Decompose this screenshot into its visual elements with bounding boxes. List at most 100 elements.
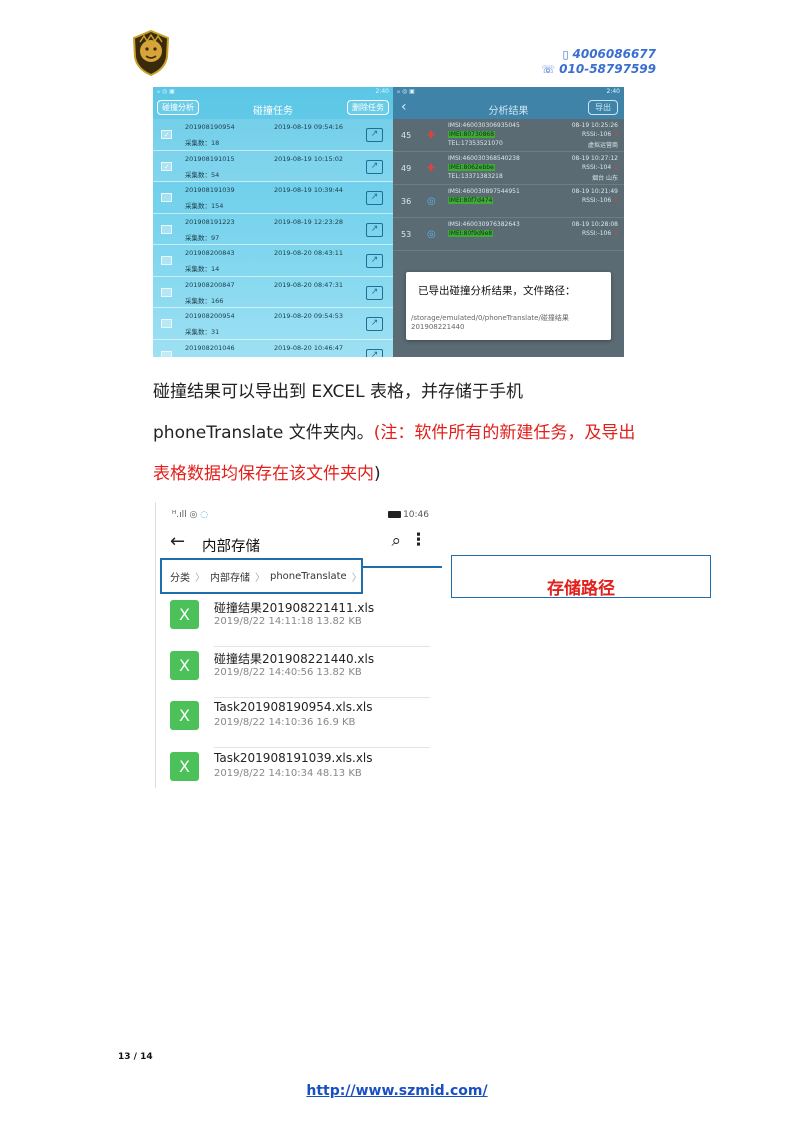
page-number: 13 / 14 <box>118 1052 153 1062</box>
task-count-value: 31 <box>211 328 220 336</box>
share-icon[interactable]: ↗ <box>366 254 383 268</box>
result-list: 45 ✚ IMSI:460030306935045 IMEI:80730868 TEL:… <box>393 119 624 251</box>
file-list-item[interactable]: X Task201908190954.xls.xls 2019/8/22 14:10… <box>156 697 441 748</box>
result-row[interactable]: 53 ◎ IMSI:460030976382643 IMEI:80f9d9e8 08-1… <box>393 218 624 251</box>
chevron-right-icon: 〉 <box>255 572 265 584</box>
task-datetime: 2019-08-19 10:39:44 <box>274 186 344 194</box>
result-imsi: IMSI:460030306935045 <box>448 122 520 129</box>
excel-file-icon: X <box>170 650 199 680</box>
task-id: 201908191039 <box>185 186 235 194</box>
result-index: 49 <box>401 164 412 173</box>
file-name: 碰撞结果201908221440.xls <box>214 651 375 666</box>
share-icon[interactable]: ↗ <box>366 159 383 174</box>
result-row[interactable]: 49 ✚ IMSI:460030368540238 IMEI:8062ebbe TEL:… <box>393 152 624 185</box>
result-row[interactable]: 45 ✚ IMSI:460030306935045 IMEI:80730868 TEL:… <box>393 119 624 152</box>
status-bar: ᵢₗₗ ◎ ▣ 2:40 <box>153 87 393 97</box>
website-link[interactable]: http://www.szmid.com/ <box>0 1083 794 1099</box>
file-list-item[interactable]: X Task201908191039.xls.xls 2019/8/22 14:10… <box>156 748 441 789</box>
delete-task-button[interactable]: 删除任务 <box>347 100 389 115</box>
result-rssi-value: RSSI:-106 <box>581 197 612 204</box>
back-arrow-icon[interactable]: ← <box>170 531 185 552</box>
signal-icon: ᴴ.ıll ◎ ◌ <box>172 510 209 520</box>
share-icon[interactable]: ↗ <box>366 285 383 300</box>
excel-file-icon: X <box>170 701 199 730</box>
result-rssi-value: RSSI:-106 <box>581 230 612 237</box>
more-options-icon[interactable]: ⋮ <box>410 530 427 550</box>
contact-phones: ▯ 4006086677 ☏ 010-58797599 <box>541 47 656 77</box>
task-checkbox[interactable] <box>161 287 172 297</box>
task-count-label: 采集数： <box>185 139 211 147</box>
task-datetime: 2019-08-20 08:47:31 <box>274 280 344 289</box>
share-icon[interactable]: ↗ <box>366 348 383 357</box>
share-icon[interactable]: ↗ <box>366 317 383 331</box>
task-count-value: 18 <box>211 139 220 147</box>
breadcrumb-item[interactable]: 内部存储 <box>210 569 250 584</box>
result-index: 53 <box>401 230 412 239</box>
export-button[interactable]: 导出 <box>588 100 618 115</box>
breadcrumb: 分类 〉 内部存储 〉 phoneTranslate 〉 <box>160 558 363 594</box>
task-row[interactable]: 201908200954 2019-08-20 09:54:53 采集数：31 ↗ <box>153 308 393 340</box>
carrier-cross-icon: ✚ <box>427 130 436 141</box>
task-row[interactable]: ✓ 201908190954 2019-08-19 09:54:16 采集数：18 ↗ <box>153 119 393 151</box>
task-count-label: 采集数： <box>185 296 211 305</box>
status-bar: ᵢₗₗ ◎ ▣ 2:40 <box>393 87 624 97</box>
task-datetime: 2019-08-19 09:54:16 <box>274 123 344 131</box>
file-list-item[interactable]: X 碰撞结果201908221440.xls 2019/8/22 14:40:56 … <box>156 647 441 698</box>
battery-icon <box>388 511 402 518</box>
task-row[interactable]: ✓ 201908191015 2019-08-19 10:15:02 采集数：54 ↗ <box>153 150 393 182</box>
status-bar: ᴴ.ıll ◎ ◌ 10:46 <box>156 502 441 528</box>
result-imsi: IMSI:460030976382643 <box>448 221 520 228</box>
export-dialog-message: 已导出碰撞分析结果，文件路径： <box>418 285 576 297</box>
share-icon[interactable]: ↗ <box>366 191 383 205</box>
task-checkbox[interactable]: ✓ <box>161 130 172 139</box>
task-row[interactable]: 2019082010462019-08-20 10:46:47采集数：↗ <box>153 340 393 357</box>
task-checkbox[interactable] <box>161 350 172 357</box>
task-count: 采集数：166 <box>185 295 223 305</box>
storage-screenshot: ᴴ.ıll ◎ ◌ 10:46 ← 内部存储 ⌕ ⋮ 分类 〉 内部存储 〉 p… <box>155 502 441 788</box>
result-rssi: RSSI:-104 1 <box>582 164 618 171</box>
breadcrumb-item[interactable]: 分类 <box>170 569 190 584</box>
task-count: 采集数：31 <box>185 326 219 336</box>
task-checkbox[interactable] <box>161 193 172 202</box>
storage-title-bar: ← 内部存储 ⌕ ⋮ <box>156 528 441 560</box>
task-list: ✓ 201908190954 2019-08-19 09:54:16 采集数：18 ↗ ✓… <box>153 119 393 357</box>
signal-icon: ᵢₗₗ ◎ ▣ <box>157 88 175 95</box>
task-id: 201908191015 <box>185 154 235 163</box>
task-count-label: 采集数： <box>185 265 211 273</box>
task-checkbox[interactable] <box>161 224 172 234</box>
paragraph-line-3: 表格数据均保存在该文件夹内) <box>153 454 693 495</box>
status-right: 10:46 <box>388 510 429 520</box>
excel-file-icon: X <box>170 751 199 781</box>
export-dialog-path: /storage/emulated/0/phoneTranslate/碰撞结果2… <box>411 314 569 331</box>
excel-file-icon: X <box>170 600 199 629</box>
status-time: 10:46 <box>403 510 429 520</box>
breadcrumb-item[interactable]: phoneTranslate <box>270 571 347 582</box>
task-checkbox[interactable]: ✓ <box>161 161 172 171</box>
paragraph-note: 表格数据均保存在该文件夹内 <box>153 464 374 484</box>
task-row[interactable]: 201908200843 2019-08-20 08:43:11 采集数：14 ↗ <box>153 245 393 277</box>
task-checkbox[interactable] <box>161 319 172 328</box>
task-row[interactable]: 201908200847 2019-08-20 08:47:31 采集数：166 ↗ <box>153 277 393 308</box>
carrier-icon: ◎ <box>427 196 436 207</box>
result-rssi-value: RSSI:-104 <box>581 164 612 171</box>
share-icon[interactable]: ↗ <box>366 128 383 142</box>
telephone-icon: ☏ <box>541 63 556 76</box>
result-rssi: RSSI:-106 1 <box>582 131 618 138</box>
task-count: 采集数：54 <box>185 169 219 179</box>
result-flag: 1 <box>614 197 618 204</box>
task-checkbox[interactable] <box>161 256 172 265</box>
storage-path-callout: 存储路径 <box>451 555 711 599</box>
task-row[interactable]: 201908191223 2019-08-19 12:23:28 采集数：97 ↗ <box>153 214 393 245</box>
carrier-cross-icon: ✚ <box>427 163 436 174</box>
result-imsi: IMSI:460030368540238 <box>448 155 520 162</box>
paragraph-text: ) <box>374 464 381 484</box>
result-rssi: RSSI:-106 1 <box>582 230 618 237</box>
status-time: 2:40 <box>606 88 620 95</box>
file-list-item[interactable]: X 碰撞结果201908221411.xls 2019/8/22 14:11:18 … <box>156 596 441 647</box>
search-icon[interactable]: ⌕ <box>391 531 401 551</box>
result-index: 45 <box>401 131 412 140</box>
share-icon[interactable]: ↗ <box>366 222 383 237</box>
file-meta: 2019/8/22 14:40:56 13.82 KB <box>214 666 362 678</box>
task-row[interactable]: 201908191039 2019-08-19 10:39:44 采集数：154 ↗ <box>153 182 393 214</box>
result-row[interactable]: 36 ◎ IMSI:460030897544951 IMEI:80f7d474 08-1… <box>393 185 624 218</box>
